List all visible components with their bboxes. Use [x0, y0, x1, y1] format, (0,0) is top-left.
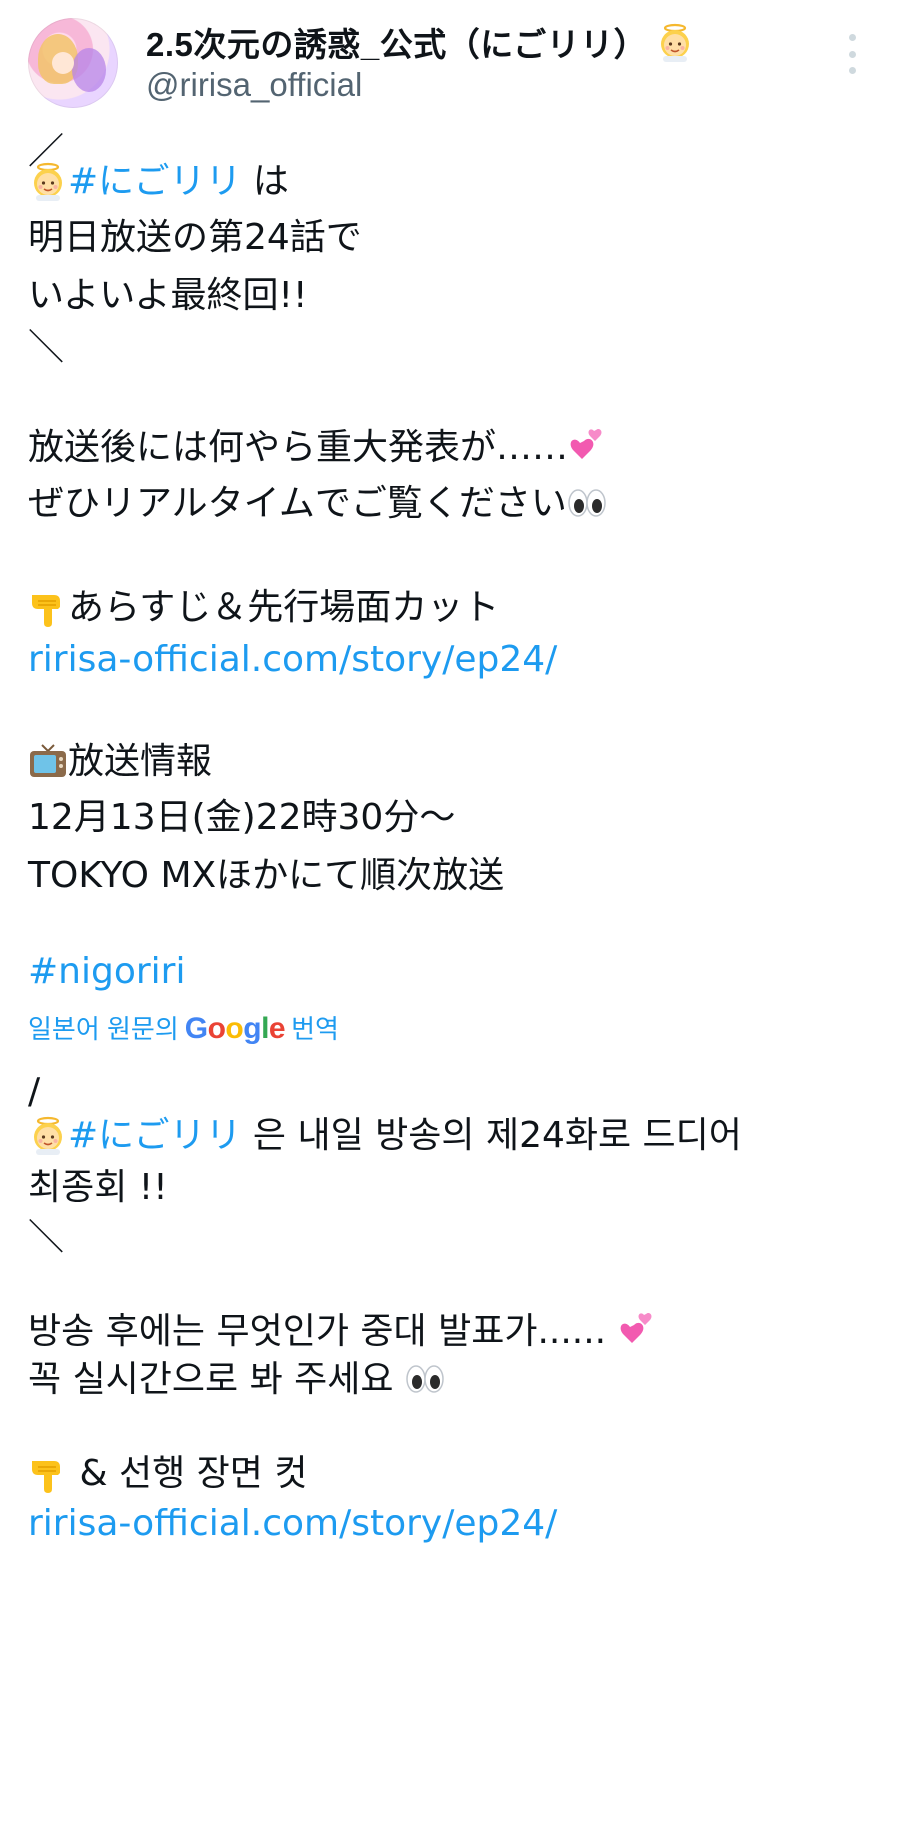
tweet-header: 2.5次元の誘惑_公式（にごリリ） @ririsa_official	[28, 18, 876, 108]
text-line: #にごリリ は	[28, 160, 289, 208]
text-fragment: & 선행 장면 컷	[68, 1453, 308, 1494]
translation-suffix: 번역	[291, 1014, 339, 1044]
baby-angel-icon	[28, 1115, 68, 1155]
text-line: あらすじ＆先行場面カット	[28, 586, 499, 634]
hashtag-link[interactable]: #nigoriri	[28, 950, 185, 998]
hashtag-link[interactable]: #にごリリ	[68, 161, 241, 202]
more-options-icon[interactable]	[844, 34, 860, 74]
text-fragment: 放送情報	[68, 741, 213, 782]
text-line: 방송 후에는 무엇인가 중대 발표가......	[28, 1310, 658, 1358]
story-link[interactable]: ririsa-official.com/story/ep24/	[28, 638, 557, 686]
text-line: 明日放送の第24話で	[28, 217, 362, 258]
text-line: TOKYO MXほかにて順次放送	[28, 855, 505, 896]
text-line: 12月13日(金)22時30分～	[28, 797, 456, 838]
hashtag-link[interactable]: #にごリリ	[68, 1115, 241, 1156]
eyes-icon	[405, 1359, 445, 1399]
text-line: 放送情報	[28, 740, 212, 788]
author-handle[interactable]: @ririsa_official	[146, 66, 362, 104]
baby-angel-icon	[28, 161, 68, 201]
text-fragment: 放送後には何やら重大発表が……	[28, 427, 569, 468]
backhand-index-pointing-down-icon	[28, 587, 68, 627]
text-line: /	[28, 1071, 41, 1112]
text-fragment: 방송 후에는 무엇인가 중대 발표가......	[28, 1311, 618, 1352]
translation-attribution[interactable]: 일본어 원문의 Google 번역	[28, 1012, 339, 1046]
tweet: 2.5次元の誘惑_公式（にごリリ） @ririsa_official ／ #にご…	[0, 0, 904, 1840]
text-fragment: 은 내일 방송의 제24화로 드디어	[241, 1115, 742, 1156]
text-fragment: ぜひリアルタイムでご覧ください	[28, 483, 567, 524]
story-link[interactable]: ririsa-official.com/story/ep24/	[28, 1502, 557, 1550]
google-logo: Google	[184, 1012, 286, 1045]
backhand-index-pointing-down-icon	[28, 1453, 68, 1493]
text-line: いよいよ最終回!!	[28, 275, 308, 316]
text-line: #にごリリ 은 내일 방송의 제24화로 드디어	[28, 1114, 742, 1162]
text-line: 放送後には何やら重大発表が……	[28, 426, 608, 474]
text-line: ぜひリアルタイムでご覧ください	[28, 482, 607, 530]
two-hearts-icon	[618, 1311, 658, 1351]
author-name-row[interactable]: 2.5次元の誘惑_公式（にごリリ）	[146, 22, 695, 63]
translation-prefix: 일본어 원문의	[28, 1014, 179, 1044]
baby-angel-icon	[655, 22, 695, 62]
text-line: & 선행 장면 컷	[28, 1452, 307, 1500]
text-fragment: あらすじ＆先行場面カット	[68, 587, 500, 628]
text-line: 꼭 실시간으로 봐 주세요	[28, 1358, 445, 1406]
text-fragment: 꼭 실시간으로 봐 주세요	[28, 1359, 405, 1400]
text-line: 최종회 !!	[28, 1167, 168, 1208]
avatar[interactable]	[28, 18, 118, 108]
eyes-icon	[567, 483, 607, 523]
author-display-name[interactable]: 2.5次元の誘惑_公式（にごリリ）	[146, 18, 647, 66]
text-fragment: は	[241, 161, 289, 202]
text-line: ＼	[28, 327, 65, 368]
television-icon	[28, 741, 68, 781]
text-line: ＼	[28, 1217, 65, 1258]
two-hearts-icon	[568, 427, 608, 467]
